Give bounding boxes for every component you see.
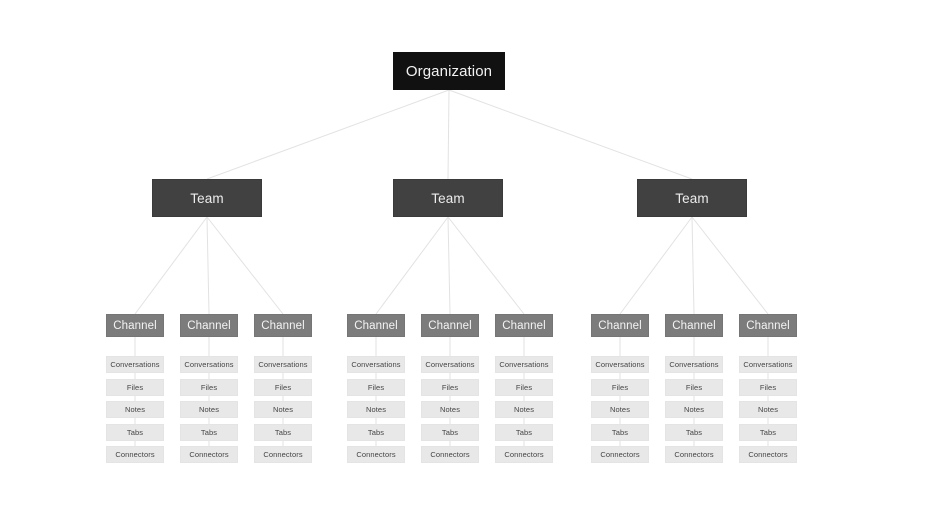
leaf-node-files[interactable]: Files <box>180 379 238 396</box>
leaf-node-tabs[interactable]: Tabs <box>421 424 479 441</box>
leaf-node-files[interactable]: Files <box>665 379 723 396</box>
leaf-node-conversations[interactable]: Conversations <box>421 356 479 373</box>
leaf-node-notes[interactable]: Notes <box>347 401 405 418</box>
leaf-node-connectors[interactable]: Connectors <box>106 446 164 463</box>
leaf-node-notes[interactable]: Notes <box>254 401 312 418</box>
leaf-node-tabs[interactable]: Tabs <box>106 424 164 441</box>
leaf-node-files[interactable]: Files <box>591 379 649 396</box>
channel-node-2-3[interactable]: Channel <box>495 314 553 337</box>
leaf-node-tabs[interactable]: Tabs <box>591 424 649 441</box>
leaf-node-tabs[interactable]: Tabs <box>254 424 312 441</box>
leaf-node-notes[interactable]: Notes <box>106 401 164 418</box>
leaf-node-notes[interactable]: Notes <box>665 401 723 418</box>
leaf-node-notes[interactable]: Notes <box>739 401 797 418</box>
leaf-node-conversations[interactable]: Conversations <box>180 356 238 373</box>
org-node[interactable]: Organization <box>393 52 505 90</box>
leaf-node-notes[interactable]: Notes <box>421 401 479 418</box>
leaf-node-connectors[interactable]: Connectors <box>180 446 238 463</box>
leaf-node-conversations[interactable]: Conversations <box>665 356 723 373</box>
leaf-node-connectors[interactable]: Connectors <box>665 446 723 463</box>
leaf-node-conversations[interactable]: Conversations <box>254 356 312 373</box>
channel-node-3-1[interactable]: Channel <box>591 314 649 337</box>
leaf-node-connectors[interactable]: Connectors <box>739 446 797 463</box>
leaf-node-tabs[interactable]: Tabs <box>495 424 553 441</box>
leaf-node-connectors[interactable]: Connectors <box>347 446 405 463</box>
leaf-node-tabs[interactable]: Tabs <box>180 424 238 441</box>
team-node-1[interactable]: Team <box>152 179 262 217</box>
leaf-node-connectors[interactable]: Connectors <box>421 446 479 463</box>
leaf-node-notes[interactable]: Notes <box>495 401 553 418</box>
leaf-node-tabs[interactable]: Tabs <box>739 424 797 441</box>
channel-node-1-2[interactable]: Channel <box>180 314 238 337</box>
channel-node-1-1[interactable]: Channel <box>106 314 164 337</box>
leaf-node-files[interactable]: Files <box>254 379 312 396</box>
channel-node-1-3[interactable]: Channel <box>254 314 312 337</box>
leaf-node-notes[interactable]: Notes <box>180 401 238 418</box>
leaf-node-notes[interactable]: Notes <box>591 401 649 418</box>
team-node-3[interactable]: Team <box>637 179 747 217</box>
leaf-node-files[interactable]: Files <box>421 379 479 396</box>
leaf-node-files[interactable]: Files <box>347 379 405 396</box>
channel-node-3-2[interactable]: Channel <box>665 314 723 337</box>
leaf-node-conversations[interactable]: Conversations <box>739 356 797 373</box>
leaf-node-conversations[interactable]: Conversations <box>495 356 553 373</box>
channel-node-2-1[interactable]: Channel <box>347 314 405 337</box>
leaf-node-conversations[interactable]: Conversations <box>591 356 649 373</box>
channel-node-2-2[interactable]: Channel <box>421 314 479 337</box>
leaf-node-conversations[interactable]: Conversations <box>347 356 405 373</box>
team-node-2[interactable]: Team <box>393 179 503 217</box>
leaf-node-files[interactable]: Files <box>106 379 164 396</box>
leaf-node-connectors[interactable]: Connectors <box>591 446 649 463</box>
channel-node-3-3[interactable]: Channel <box>739 314 797 337</box>
leaf-node-files[interactable]: Files <box>495 379 553 396</box>
leaf-node-tabs[interactable]: Tabs <box>665 424 723 441</box>
leaf-node-files[interactable]: Files <box>739 379 797 396</box>
leaf-node-connectors[interactable]: Connectors <box>254 446 312 463</box>
leaf-node-tabs[interactable]: Tabs <box>347 424 405 441</box>
leaf-node-conversations[interactable]: Conversations <box>106 356 164 373</box>
org-hierarchy-diagram: Organization Team Channel Conversations File… <box>0 0 930 508</box>
leaf-node-connectors[interactable]: Connectors <box>495 446 553 463</box>
